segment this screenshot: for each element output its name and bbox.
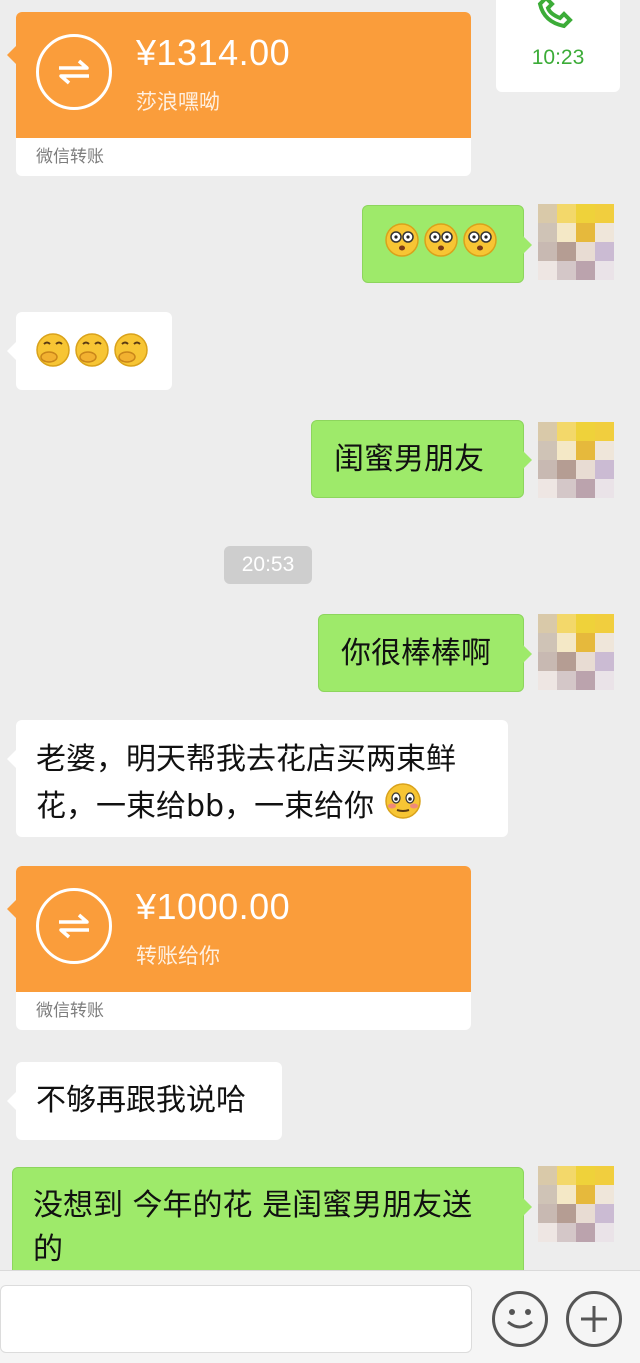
message-text-line: 的 [33, 1232, 63, 1267]
shocked-face-emoji [385, 222, 499, 271]
emoji-icon[interactable] [492, 1291, 548, 1347]
message-text: 闺蜜男朋友 [334, 442, 484, 477]
transfer-card-header: ¥1314.00 莎浪嘿呦 [7, 12, 471, 138]
transfer-icon [36, 888, 112, 964]
avatar-self[interactable] [538, 614, 614, 690]
message-bubble-outgoing[interactable]: 没想到 今年的花 是闺蜜男朋友送 的 [12, 1167, 532, 1270]
message-bubble-outgoing[interactable]: 闺蜜男朋友 [311, 420, 532, 498]
voice-call-message[interactable]: 10:23 [496, 0, 620, 92]
hand-over-mouth-emoji [36, 332, 150, 381]
transfer-amount: ¥1000.00 [136, 886, 291, 927]
avatar-self[interactable] [538, 422, 614, 498]
chat-timestamp: 20:53 [224, 546, 312, 584]
message-input[interactable] [0, 1285, 472, 1353]
transfer-note: 莎浪嘿呦 [136, 90, 220, 114]
chat-area[interactable]: 10:23 ¥1314.00 莎浪嘿呦 微信转账 闺蜜男朋友 20:53 你很棒… [0, 0, 640, 1270]
message-bubble-outgoing[interactable]: 你很棒棒啊 [318, 614, 532, 692]
message-bubble-incoming[interactable] [7, 312, 172, 390]
transfer-amount: ¥1314.00 [136, 32, 291, 73]
transfer-card-header: ¥1000.00 转账给你 [7, 866, 471, 992]
message-text-line: 没想到 今年的花 是闺蜜男朋友送 [33, 1188, 473, 1223]
message-text: 你很棒棒啊 [341, 636, 491, 671]
transfer-footer: 微信转账 [36, 1001, 104, 1021]
message-text: 不够再跟我说哈 [36, 1083, 246, 1118]
plus-icon[interactable] [566, 1291, 622, 1347]
transfer-icon [36, 34, 112, 110]
input-bar [0, 1270, 640, 1363]
message-bubble-incoming[interactable]: 不够再跟我说哈 [7, 1062, 282, 1140]
message-bubble-incoming[interactable]: 老婆，明天帮我去花店买两束鲜 花，一束给bb，一束给你 [7, 720, 508, 837]
transfer-footer: 微信转账 [36, 147, 104, 167]
transfer-note: 转账给你 [136, 944, 220, 968]
message-text-line: 花，一束给bb，一束给你 [36, 782, 508, 833]
transfer-card[interactable]: ¥1000.00 转账给你 微信转账 [7, 866, 471, 1030]
avatar-self[interactable] [538, 1166, 614, 1242]
call-time: 10:23 [531, 46, 585, 69]
avatar-self[interactable] [538, 204, 614, 280]
flushed-face-emoji [384, 782, 422, 833]
message-text-line: 老婆，明天帮我去花店买两束鲜 [36, 742, 456, 777]
message-bubble-outgoing[interactable] [362, 205, 532, 283]
phone-icon [537, 0, 573, 29]
transfer-card[interactable]: ¥1314.00 莎浪嘿呦 微信转账 [7, 12, 471, 176]
